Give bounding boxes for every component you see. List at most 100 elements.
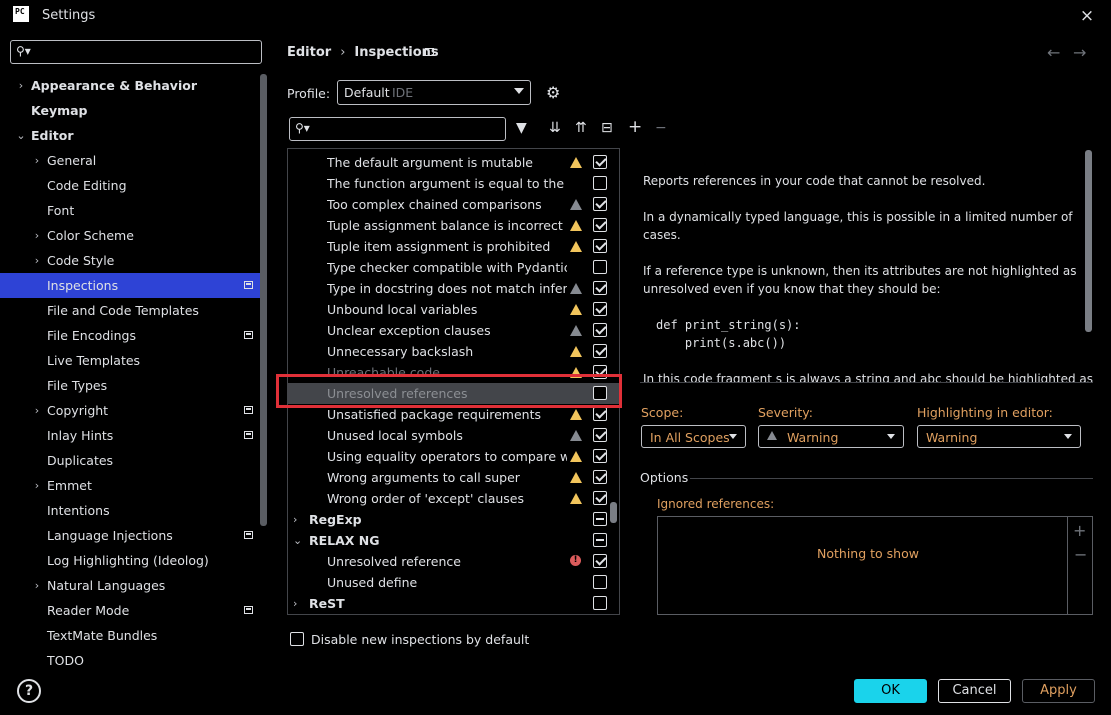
inspection-group[interactable]: › ReST [288,593,619,614]
disable-new-inspections-label[interactable]: Disable new inspections by default [311,632,529,647]
inspection-checkbox[interactable] [593,302,607,316]
inspection-checkbox[interactable] [593,491,607,505]
severity-dropdown[interactable]: Warning [758,425,904,448]
inspection-checkbox[interactable] [593,239,607,253]
description-scrollbar[interactable] [1085,150,1092,332]
inspection-checkbox[interactable] [593,428,607,442]
inspection-checkbox[interactable] [593,155,607,169]
chevron-right-icon[interactable]: › [31,248,43,273]
sidebar-item[interactable]: Log Highlighting (Ideolog) [0,548,260,573]
inspection-row[interactable]: Type in docstring does not match inferre… [288,278,619,299]
collapse-all-icon[interactable]: ⇈ [575,120,587,136]
sidebar-item[interactable]: › General [0,148,260,173]
sidebar-item[interactable]: TODO [0,648,260,673]
sidebar-item[interactable]: Live Templates [0,348,260,373]
help-icon[interactable]: ? [17,679,41,703]
chevron-down-icon[interactable]: ⌄ [293,530,302,551]
inspection-checkbox[interactable] [593,449,607,463]
inspection-row[interactable]: Wrong arguments to call super [288,467,619,488]
inspection-row[interactable]: Unresolved reference! [288,551,619,572]
inspection-checkbox[interactable] [593,197,607,211]
ok-button[interactable]: OK [854,679,927,703]
sidebar-item[interactable]: Keymap [0,98,260,123]
sidebar-item[interactable]: Code Editing [0,173,260,198]
sidebar-item[interactable]: › Code Style [0,248,260,273]
inspection-list-scrollbar[interactable] [610,502,617,523]
inspection-checkbox[interactable] [593,596,607,610]
inspection-row[interactable]: Tuple item assignment is prohibited [288,236,619,257]
inspection-checkbox[interactable] [593,218,607,232]
sidebar-item[interactable]: › Copyright [0,398,260,423]
inspection-row[interactable]: Unused define [288,572,619,593]
sidebar-item[interactable]: Language Injections [0,523,260,548]
inspection-checkbox[interactable] [593,323,607,337]
inspection-checkbox[interactable] [593,176,607,190]
inspection-checkbox[interactable] [593,512,607,526]
chevron-right-icon[interactable]: › [293,593,297,614]
chevron-right-icon[interactable]: › [31,473,43,498]
inspection-checkbox[interactable] [593,575,607,589]
sidebar-item[interactable]: Reader Mode [0,598,260,623]
apply-button[interactable]: Apply [1022,679,1095,703]
sidebar-item[interactable]: ⌄ Editor [0,123,260,148]
chevron-right-icon[interactable]: › [31,398,43,423]
gear-icon[interactable]: ⚙ [546,83,560,102]
inspection-row[interactable]: Too complex chained comparisons [288,194,619,215]
sidebar-item[interactable]: File Types [0,373,260,398]
inspection-row[interactable]: Wrong order of 'except' clauses [288,488,619,509]
sidebar-item[interactable]: TextMate Bundles [0,623,260,648]
chevron-right-icon[interactable]: › [15,73,27,98]
chevron-right-icon[interactable]: › [31,223,43,248]
chevron-right-icon[interactable]: › [31,148,43,173]
add-icon[interactable]: + [628,117,642,137]
expand-all-icon[interactable]: ⇊ [549,120,561,136]
inspection-search-input[interactable]: ⚲▾ [289,117,506,141]
inspection-row[interactable]: The function argument is equal to the de… [288,173,619,194]
inspection-row[interactable]: Unnecessary backslash [288,341,619,362]
profile-dropdown[interactable]: Default IDE [337,80,531,105]
sidebar-item[interactable]: Inspections [0,273,260,298]
ignored-references-list[interactable] [657,516,1093,615]
sidebar-item[interactable]: Inlay Hints [0,423,260,448]
breadcrumb-editor[interactable]: Editor [287,45,331,60]
inspection-checkbox[interactable] [593,407,607,421]
inspection-checkbox[interactable] [593,260,607,274]
inspection-row[interactable]: Tuple assignment balance is incorrect [288,215,619,236]
sidebar-item[interactable]: › Natural Languages [0,573,260,598]
inspection-row[interactable]: Type checker compatible with Pydantic [288,257,619,278]
chevron-right-icon[interactable]: › [293,509,297,530]
close-icon[interactable]: × [1076,5,1098,27]
inspection-row[interactable]: Unclear exception clauses [288,320,619,341]
back-arrow-icon[interactable]: ← [1047,43,1060,62]
inspection-checkbox[interactable] [593,281,607,295]
inspection-checkbox[interactable] [593,554,607,568]
inspection-group[interactable]: ⌄ RELAX NG [288,530,619,551]
scope-dropdown[interactable]: In All Scopes [641,425,746,448]
add-icon[interactable]: + [1073,521,1086,540]
remove-icon[interactable]: − [655,120,667,136]
remove-icon[interactable]: − [1074,545,1087,564]
inspection-row[interactable]: The default argument is mutable [288,152,619,173]
sidebar-item[interactable]: › Emmet [0,473,260,498]
chevron-down-icon[interactable]: ⌄ [15,123,27,148]
sidebar-item[interactable]: File and Code Templates [0,298,260,323]
disable-new-inspections-checkbox[interactable] [290,632,304,646]
sidebar-item[interactable]: Duplicates [0,448,260,473]
inspection-row[interactable]: Unused local symbols [288,425,619,446]
cancel-button[interactable]: Cancel [938,679,1011,703]
inspection-checkbox[interactable] [593,533,607,547]
sidebar-item[interactable]: Intentions [0,498,260,523]
sidebar-item[interactable]: › Appearance & Behavior [0,73,260,98]
inspection-row[interactable]: Using equality operators to compare with… [288,446,619,467]
reset-icon[interactable]: ⊟ [601,120,613,136]
sidebar-scrollbar[interactable] [260,74,267,526]
inspection-row[interactable]: Unbound local variables [288,299,619,320]
settings-search-input[interactable]: ⚲▾ [10,40,262,64]
forward-arrow-icon[interactable]: → [1073,43,1086,62]
inspection-checkbox[interactable] [593,470,607,484]
highlighting-dropdown[interactable]: Warning [917,425,1081,448]
sidebar-item[interactable]: File Encodings [0,323,260,348]
chevron-right-icon[interactable]: › [31,573,43,598]
inspection-checkbox[interactable] [593,344,607,358]
sidebar-item[interactable]: Font [0,198,260,223]
